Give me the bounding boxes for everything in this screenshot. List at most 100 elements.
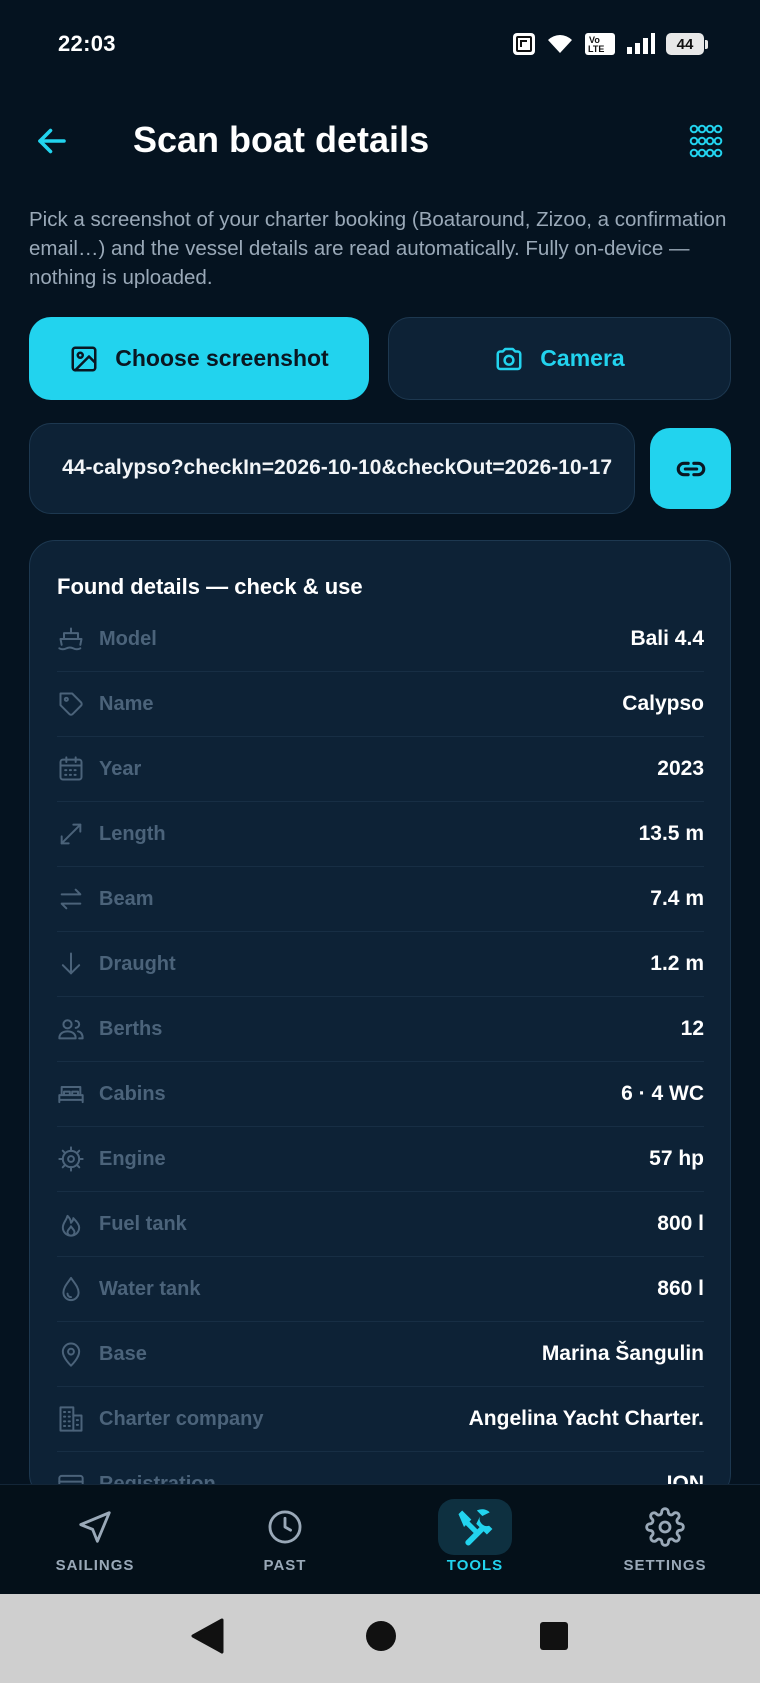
- wifi-icon: [546, 33, 574, 55]
- detail-row-beam: Beam 7.4 m: [57, 867, 704, 932]
- detail-label: Draught: [99, 952, 176, 975]
- calendar-icon: [57, 755, 85, 783]
- navigation-arrow-icon: [58, 1499, 132, 1555]
- camera-icon: [496, 347, 522, 370]
- bottom-nav: SAILINGS PAST TOOLS SETTINGS: [0, 1484, 760, 1594]
- grid-dots-icon: [689, 124, 723, 158]
- back-button[interactable]: [30, 119, 74, 163]
- detail-value: 13.5 m: [638, 822, 704, 845]
- detail-label: Model: [99, 627, 157, 650]
- arrow-down-icon: [57, 950, 85, 978]
- svg-text:LTE: LTE: [588, 44, 604, 54]
- detail-label: Fuel tank: [99, 1212, 187, 1235]
- detail-label: Cabins: [99, 1082, 166, 1105]
- detail-value: Marina Šangulin: [541, 1342, 704, 1365]
- detail-row-charter-company: Charter company Angelina Yacht Charter.: [57, 1387, 704, 1452]
- detail-row-berths: Berths 12: [57, 997, 704, 1062]
- detail-row-model: Model Bali 4.4: [57, 607, 704, 672]
- detail-value: 57 hp: [649, 1147, 704, 1170]
- nav-item-past[interactable]: PAST: [190, 1485, 380, 1594]
- nav-item-tools[interactable]: TOOLS: [380, 1485, 570, 1594]
- details-rows: Model Bali 4.4 Name Calypso Year 2023 Le…: [57, 607, 704, 1499]
- system-nav-bar: [0, 1594, 760, 1683]
- nav-label: SETTINGS: [623, 1557, 707, 1574]
- detail-value: Calypso: [622, 692, 704, 715]
- circle-home-icon: [366, 1621, 396, 1651]
- detail-value: 2023: [657, 757, 704, 780]
- detail-row-length: Length 13.5 m: [57, 802, 704, 867]
- building-icon: [57, 1405, 85, 1433]
- detail-row-name: Name Calypso: [57, 672, 704, 737]
- detail-row-water-tank: Water tank 860 l: [57, 1257, 704, 1322]
- flame-icon: [57, 1210, 85, 1238]
- volte-icon: Vo LTE: [584, 32, 616, 56]
- detail-row-draught: Draught 1.2 m: [57, 932, 704, 997]
- camera-button[interactable]: Camera: [388, 317, 731, 400]
- detail-label: Name: [99, 692, 154, 715]
- detail-label: Beam: [99, 887, 154, 910]
- detail-value: 7.4 m: [650, 887, 704, 910]
- url-field[interactable]: 44-calypso?checkIn=2026-10-10&checkOut=2…: [29, 423, 635, 514]
- app-header: Scan boat details: [0, 105, 760, 177]
- clock-icon: [248, 1499, 322, 1555]
- detail-value: 860 l: [657, 1277, 704, 1300]
- detail-label: Engine: [99, 1147, 166, 1170]
- arrows-left-right-icon: [57, 885, 85, 913]
- status-bar: 22:03 Vo LTE 44: [0, 0, 760, 88]
- tools-icon: [438, 1499, 512, 1555]
- image-icon: [71, 346, 97, 371]
- nfc-icon: [512, 32, 536, 56]
- detail-value: 800 l: [657, 1212, 704, 1235]
- status-time: 22:03: [58, 31, 116, 56]
- detail-row-year: Year 2023: [57, 737, 704, 802]
- status-icons: Vo LTE 44: [512, 32, 708, 56]
- description-text: Pick a screenshot of your charter bookin…: [29, 208, 727, 289]
- detail-label: Base: [99, 1342, 147, 1365]
- nav-label: PAST: [263, 1557, 307, 1574]
- url-field-value[interactable]: 44-calypso?checkIn=2026-10-10&checkOut=2…: [62, 456, 612, 480]
- detail-value: 12: [680, 1017, 704, 1040]
- detail-label: Year: [99, 757, 142, 780]
- detail-row-base: Base Marina Šangulin: [57, 1322, 704, 1387]
- ship-icon: [57, 625, 85, 653]
- detail-row-engine: Engine 57 hp: [57, 1127, 704, 1192]
- battery-level: 44: [676, 35, 694, 53]
- choose-screenshot-button[interactable]: Choose screenshot: [29, 317, 369, 400]
- droplet-icon: [57, 1275, 85, 1303]
- map-pin-icon: [57, 1340, 85, 1368]
- parse-link-button[interactable]: [650, 428, 731, 509]
- detail-value: 6 · 4 WC: [621, 1082, 704, 1105]
- triangle-back-icon: [191, 1618, 224, 1654]
- engine-gear-icon: [57, 1145, 85, 1173]
- detail-value: Angelina Yacht Charter.: [468, 1407, 704, 1430]
- detail-label: Length: [99, 822, 166, 845]
- found-details-card: Found details — check & use Model Bali 4…: [29, 540, 731, 1500]
- users-icon: [57, 1015, 85, 1043]
- system-home-button[interactable]: [364, 1619, 398, 1658]
- nav-item-settings[interactable]: SETTINGS: [570, 1485, 760, 1594]
- bed-icon: [57, 1080, 85, 1108]
- detail-row-fuel-tank: Fuel tank 800 l: [57, 1192, 704, 1257]
- card-title: Found details — check & use: [57, 574, 363, 599]
- arrow-left-icon: [38, 128, 66, 154]
- tag-icon: [57, 690, 85, 718]
- grid-menu-button[interactable]: [684, 119, 728, 163]
- camera-label: Camera: [540, 345, 625, 371]
- detail-value: 1.2 m: [650, 952, 704, 975]
- battery-icon: 44: [666, 33, 708, 55]
- nav-item-sailings[interactable]: SAILINGS: [0, 1485, 190, 1594]
- system-back-button[interactable]: [190, 1618, 224, 1659]
- square-recents-icon: [540, 1622, 568, 1650]
- system-recents-button[interactable]: [538, 1620, 570, 1657]
- signal-icon: [626, 33, 656, 55]
- detail-label: Water tank: [99, 1277, 201, 1300]
- detail-value: Bali 4.4: [630, 627, 704, 650]
- detail-label: Charter company: [99, 1407, 264, 1430]
- resize-diagonal-icon: [57, 820, 85, 848]
- detail-label: Berths: [99, 1017, 163, 1040]
- gear-icon: [628, 1499, 702, 1555]
- nav-label: SAILINGS: [55, 1557, 135, 1574]
- detail-row-cabins: Cabins 6 · 4 WC: [57, 1062, 704, 1127]
- page-title: Scan boat details: [133, 119, 430, 160]
- link-icon: [676, 461, 705, 476]
